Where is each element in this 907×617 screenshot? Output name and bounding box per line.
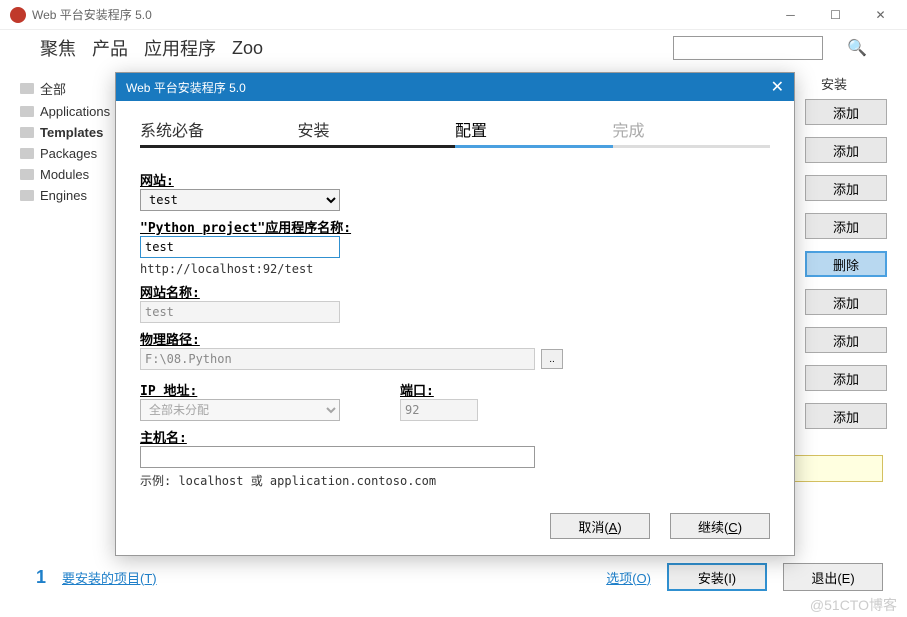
folder-icon xyxy=(20,83,34,94)
search-icon[interactable]: 🔍 xyxy=(847,38,867,58)
step-finish: 完成 xyxy=(613,117,771,148)
top-nav: 聚焦 产品 应用程序 Zoo 🔍 xyxy=(0,30,907,66)
add-button[interactable]: 添加 xyxy=(805,99,887,125)
exit-button[interactable]: 退出(E) xyxy=(783,563,883,591)
port-input[interactable] xyxy=(400,399,478,421)
sidebar-item-modules[interactable]: Modules xyxy=(20,164,115,185)
ip-select[interactable]: 全部未分配 xyxy=(140,399,340,421)
step-install: 安装 xyxy=(298,117,456,148)
add-button[interactable]: 添加 xyxy=(805,327,887,353)
folder-icon xyxy=(20,127,34,138)
folder-icon xyxy=(20,148,34,159)
cancel-button[interactable]: 取消(A) xyxy=(550,513,650,539)
install-count: 1 xyxy=(36,567,46,588)
ip-label: IP 地址: xyxy=(140,380,340,399)
sidebar-item-label: Engines xyxy=(40,188,87,203)
tab-applications[interactable]: 应用程序 xyxy=(144,35,216,61)
titlebar: Web 平台安装程序 5.0 ─ ☐ ✕ xyxy=(0,0,907,30)
site-select[interactable]: test xyxy=(140,189,340,211)
sidebar-item-label: Templates xyxy=(40,125,103,140)
site-label: 网站: xyxy=(140,170,770,189)
options-link[interactable]: 选项(O) xyxy=(606,568,651,587)
maximize-button[interactable]: ☐ xyxy=(813,0,858,30)
path-input[interactable] xyxy=(140,348,535,370)
tab-products[interactable]: 产品 xyxy=(92,35,128,61)
path-label: 物理路径: xyxy=(140,329,770,348)
add-button[interactable]: 添加 xyxy=(805,403,887,429)
tab-zoo[interactable]: Zoo xyxy=(232,38,263,59)
config-form: 网站: test "Python project"应用程序名称: http://… xyxy=(116,156,794,501)
host-label: 主机名: xyxy=(140,427,770,446)
step-prereq: 系统必备 xyxy=(140,117,298,148)
sidebar-item-all[interactable]: 全部 xyxy=(20,76,115,101)
sidebar-item-templates[interactable]: Templates xyxy=(20,122,115,143)
appname-input[interactable] xyxy=(140,236,340,258)
search-input[interactable] xyxy=(673,36,823,60)
watermark: @51CTO博客 xyxy=(810,595,897,615)
add-button[interactable]: 添加 xyxy=(805,175,887,201)
dialog-title: Web 平台安装程序 5.0 xyxy=(126,79,246,96)
sidebar-item-label: Applications xyxy=(40,104,110,119)
host-input[interactable] xyxy=(140,446,535,468)
wizard-steps: 系统必备 安装 配置 完成 xyxy=(116,101,794,156)
close-button[interactable]: ✕ xyxy=(858,0,903,30)
sidebar: 全部 Applications Templates Packages Modul… xyxy=(0,66,115,443)
url-preview: http://localhost:92/test xyxy=(140,262,770,276)
continue-button[interactable]: 继续(C) xyxy=(670,513,770,539)
add-button[interactable]: 添加 xyxy=(805,365,887,391)
step-config: 配置 xyxy=(455,117,613,148)
sidebar-item-packages[interactable]: Packages xyxy=(20,143,115,164)
dialog-close-icon[interactable]: ✕ xyxy=(771,77,784,97)
delete-button[interactable]: 删除 xyxy=(805,251,887,277)
items-to-install-link[interactable]: 要安装的项目(T) xyxy=(62,568,157,587)
sidebar-item-label: Modules xyxy=(40,167,89,182)
appname-label: "Python project"应用程序名称: xyxy=(140,217,770,236)
add-button[interactable]: 添加 xyxy=(805,289,887,315)
app-icon xyxy=(10,7,26,23)
sitename-input[interactable] xyxy=(140,301,340,323)
sidebar-item-applications[interactable]: Applications xyxy=(20,101,115,122)
sidebar-item-engines[interactable]: Engines xyxy=(20,185,115,206)
window-title: Web 平台安装程序 5.0 xyxy=(32,6,768,23)
install-button[interactable]: 安装(I) xyxy=(667,563,767,591)
add-button[interactable]: 添加 xyxy=(805,137,887,163)
sidebar-item-label: 全部 xyxy=(40,79,66,98)
sitename-label: 网站名称: xyxy=(140,282,770,301)
folder-icon xyxy=(20,169,34,180)
tab-focus[interactable]: 聚焦 xyxy=(40,35,76,61)
folder-icon xyxy=(20,190,34,201)
browse-button[interactable]: .. xyxy=(541,349,563,369)
dialog-titlebar: Web 平台安装程序 5.0 ✕ xyxy=(116,73,794,101)
bottom-bar: 1 要安装的项目(T) 选项(O) 安装(I) 退出(E) xyxy=(0,557,907,597)
port-label: 端口: xyxy=(400,380,478,399)
host-example: 示例: localhost 或 application.contoso.com xyxy=(140,472,770,489)
minimize-button[interactable]: ─ xyxy=(768,0,813,30)
sidebar-item-label: Packages xyxy=(40,146,97,161)
config-dialog: Web 平台安装程序 5.0 ✕ 系统必备 安装 配置 完成 网站: test … xyxy=(115,72,795,556)
add-button[interactable]: 添加 xyxy=(805,213,887,239)
folder-icon xyxy=(20,106,34,117)
